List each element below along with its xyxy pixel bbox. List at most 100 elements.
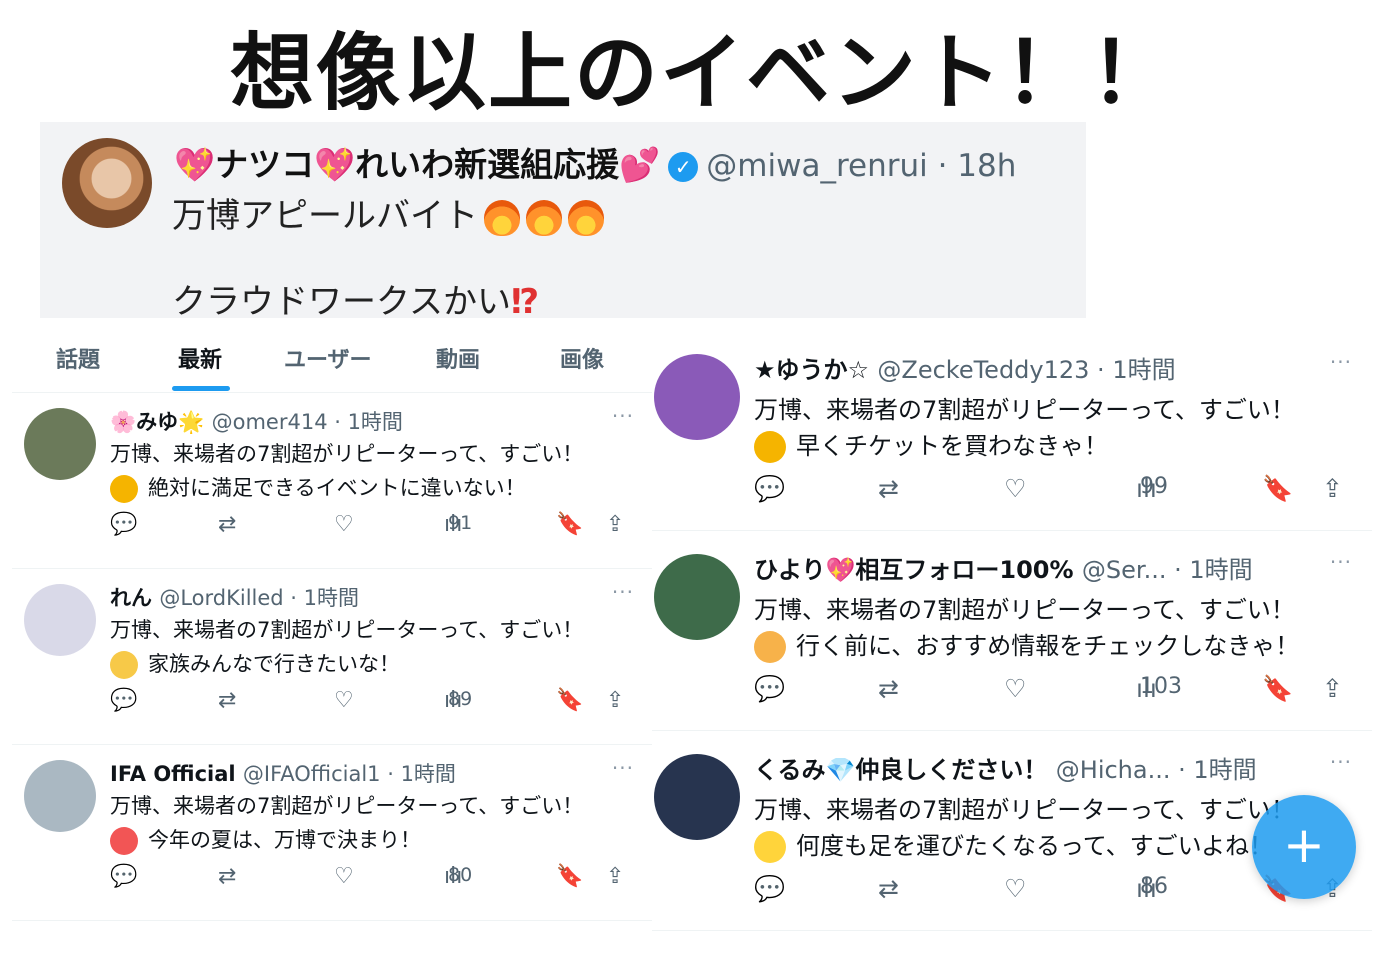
repost-icon[interactable]: ⇄ xyxy=(878,874,899,903)
tweet-text-line1: 万博、来場者の7割超がリピーターって、すごい！ xyxy=(110,794,584,818)
tweet[interactable]: IFA Official @IFAOfficial1 · 1時間 ··· 万博、来場… xyxy=(12,746,652,921)
tweet-author[interactable]: IFA Official @IFAOfficial1 · 1時間 xyxy=(110,758,456,788)
tweet-author[interactable]: 🌸みゆ🌟 @omer414 · 1時間 xyxy=(110,406,403,436)
tweet-text-line2: 行く前に、おすすめ情報をチェックしなきゃ！ xyxy=(754,626,1299,663)
tweet-text-line1: 万博、来場者の7割超がリピーターって、すごい！ xyxy=(754,596,1295,624)
tweet-text: 早くチケットを買わなきゃ！ xyxy=(796,432,1108,460)
bookmark-icon[interactable]: 🔖 xyxy=(556,688,583,713)
tweet[interactable]: れん @LordKilled · 1時間 ··· 万博、来場者の7割超がリピーターっ… xyxy=(12,570,652,745)
emoji-icon xyxy=(754,831,786,863)
tweet-author[interactable]: くるみ💎仲良しください！ @Hicha... · 1時間 xyxy=(754,750,1257,785)
author-name: れん xyxy=(110,586,152,610)
repost-icon[interactable]: ⇄ xyxy=(218,688,236,713)
share-icon[interactable]: ⇪ xyxy=(1322,474,1343,503)
share-icon[interactable]: ⇪ xyxy=(606,512,624,537)
tweet-text: 絶対に満足できるイベントに違いない！ xyxy=(148,476,526,500)
avatar[interactable] xyxy=(24,584,96,656)
tab-videos[interactable]: 動画 xyxy=(436,342,480,374)
avatar[interactable] xyxy=(654,354,740,440)
author-handle: @miwa_renrui · 18h xyxy=(706,148,1017,184)
avatar[interactable] xyxy=(24,408,96,480)
post-text: クラウドワークスかい xyxy=(172,282,511,322)
tweet-text-line1: 万博、来場者の7割超がリピーターって、すごい！ xyxy=(110,442,584,466)
more-options-icon[interactable]: ··· xyxy=(612,756,634,780)
bookmark-icon[interactable]: 🔖 xyxy=(556,512,583,537)
compose-post-button[interactable]: + xyxy=(1252,795,1356,899)
reply-icon[interactable]: 💬 xyxy=(754,474,785,504)
author-handle: @Hicha... · 1時間 xyxy=(1055,756,1257,784)
like-icon[interactable]: ♡ xyxy=(334,512,354,537)
tweet-text-line1: 万博、来場者の7割超がリピーターって、すごい！ xyxy=(754,396,1295,424)
like-icon[interactable]: ♡ xyxy=(1004,874,1026,903)
reply-icon[interactable]: 💬 xyxy=(754,674,785,704)
tab-trending[interactable]: 話題 xyxy=(56,342,100,374)
author-handle: @LordKilled · 1時間 xyxy=(159,586,359,610)
emoji-icon xyxy=(754,431,786,463)
reply-icon[interactable]: 💬 xyxy=(754,874,785,904)
tweet-author[interactable]: れん @LordKilled · 1時間 xyxy=(110,582,359,612)
like-icon[interactable]: ♡ xyxy=(334,864,354,889)
more-options-icon[interactable]: ··· xyxy=(612,580,634,604)
author-name: ひより💖相互フォロー100% xyxy=(754,556,1074,584)
tweet-text-line2: 今年の夏は、万博で決まり！ xyxy=(110,824,421,855)
bookmark-icon[interactable]: 🔖 xyxy=(1262,674,1293,704)
repost-icon[interactable]: ⇄ xyxy=(218,864,236,889)
avatar[interactable] xyxy=(654,754,740,840)
avatar[interactable] xyxy=(654,554,740,640)
author-name: くるみ💎仲良しください！ xyxy=(754,756,1048,784)
tweet-author[interactable]: ★ゆうか☆ @ZeckeTeddy123 · 1時間 xyxy=(754,350,1176,385)
like-icon[interactable]: ♡ xyxy=(1004,674,1026,703)
reply-icon[interactable]: 💬 xyxy=(110,864,137,889)
more-options-icon[interactable]: ··· xyxy=(1330,550,1352,574)
tweet-text-line2: 何度も足を運びたくなるって、すごいよね！ xyxy=(754,826,1273,863)
reply-icon[interactable]: 💬 xyxy=(110,512,137,537)
tweet-text-line2: 家族みんなで行きたいな！ xyxy=(110,648,400,679)
share-icon[interactable]: ⇪ xyxy=(606,688,624,713)
tab-users[interactable]: ユーザー xyxy=(284,342,372,374)
active-tab-indicator xyxy=(172,386,230,391)
reply-icon[interactable]: 💬 xyxy=(110,688,137,713)
emoji-icon xyxy=(110,651,138,679)
views-count: 91 xyxy=(448,512,473,534)
share-icon[interactable]: ⇪ xyxy=(1322,674,1343,703)
more-options-icon[interactable]: ··· xyxy=(1330,750,1352,774)
tab-images[interactable]: 画像 xyxy=(560,342,604,374)
avatar[interactable] xyxy=(24,760,96,832)
post-text: 万博アピールバイト xyxy=(172,196,478,236)
repost-icon[interactable]: ⇄ xyxy=(878,474,899,503)
quoted-post[interactable]: 💖ナツコ💖れいわ新選組応援💕 ✓ @miwa_renrui · 18h 万博アピール… xyxy=(40,122,1086,322)
fire-icon xyxy=(484,199,520,236)
post-author[interactable]: 💖ナツコ💖れいわ新選組応援💕 ✓ @miwa_renrui · 18h xyxy=(174,138,1016,186)
more-options-icon[interactable]: ··· xyxy=(612,404,634,428)
headline: 想像以上のイベント！！ xyxy=(230,24,1177,122)
avatar[interactable] xyxy=(62,138,152,228)
tab-latest[interactable]: 最新 xyxy=(178,342,222,374)
repost-icon[interactable]: ⇄ xyxy=(218,512,236,537)
views-count: 80 xyxy=(448,864,473,886)
author-handle: @IFAOfficial1 · 1時間 xyxy=(242,762,456,786)
more-options-icon[interactable]: ··· xyxy=(1330,350,1352,374)
like-icon[interactable]: ♡ xyxy=(334,688,354,713)
tweet[interactable]: 🌸みゆ🌟 @omer414 · 1時間 ··· 万博、来場者の7割超がリピーターって… xyxy=(12,394,652,569)
repost-icon[interactable]: ⇄ xyxy=(878,674,899,703)
tweet[interactable]: ひより💖相互フォロー100% @Ser... · 1時間 ··· 万博、来場者の7割… xyxy=(652,532,1372,731)
bookmark-icon[interactable]: 🔖 xyxy=(1262,474,1293,504)
like-icon[interactable]: ♡ xyxy=(1004,474,1026,503)
tweet-text-line1: 万博、来場者の7割超がリピーターって、すごい！ xyxy=(754,796,1295,824)
search-results-left: 話題 最新 ユーザー 動画 画像 🌸みゆ🌟 @omer414 · 1時間 ··· 万… xyxy=(12,330,652,921)
tweet[interactable]: ★ゆうか☆ @ZeckeTeddy123 · 1時間 ··· 万博、来場者の7割超が… xyxy=(652,332,1372,531)
bookmark-icon[interactable]: 🔖 xyxy=(556,864,583,889)
emoji-icon xyxy=(754,631,786,663)
tweet-text: 何度も足を運びたくなるって、すごいよね！ xyxy=(796,832,1274,860)
tweet-text: 今年の夏は、万博で決まり！ xyxy=(148,828,421,852)
views-count: 103 xyxy=(1140,674,1182,699)
author-name: 💖ナツコ💖れいわ新選組応援💕 xyxy=(174,145,661,184)
share-icon[interactable]: ⇪ xyxy=(606,864,624,889)
verified-badge-icon: ✓ xyxy=(668,151,699,182)
post-text-line1: 万博アピールバイト xyxy=(172,188,604,237)
fire-icon xyxy=(526,199,562,236)
emoji-icon xyxy=(110,827,138,855)
views-count: 89 xyxy=(448,688,473,710)
tweet-author[interactable]: ひより💖相互フォロー100% @Ser... · 1時間 xyxy=(754,550,1253,585)
author-handle: @ZeckeTeddy123 · 1時間 xyxy=(877,356,1176,384)
